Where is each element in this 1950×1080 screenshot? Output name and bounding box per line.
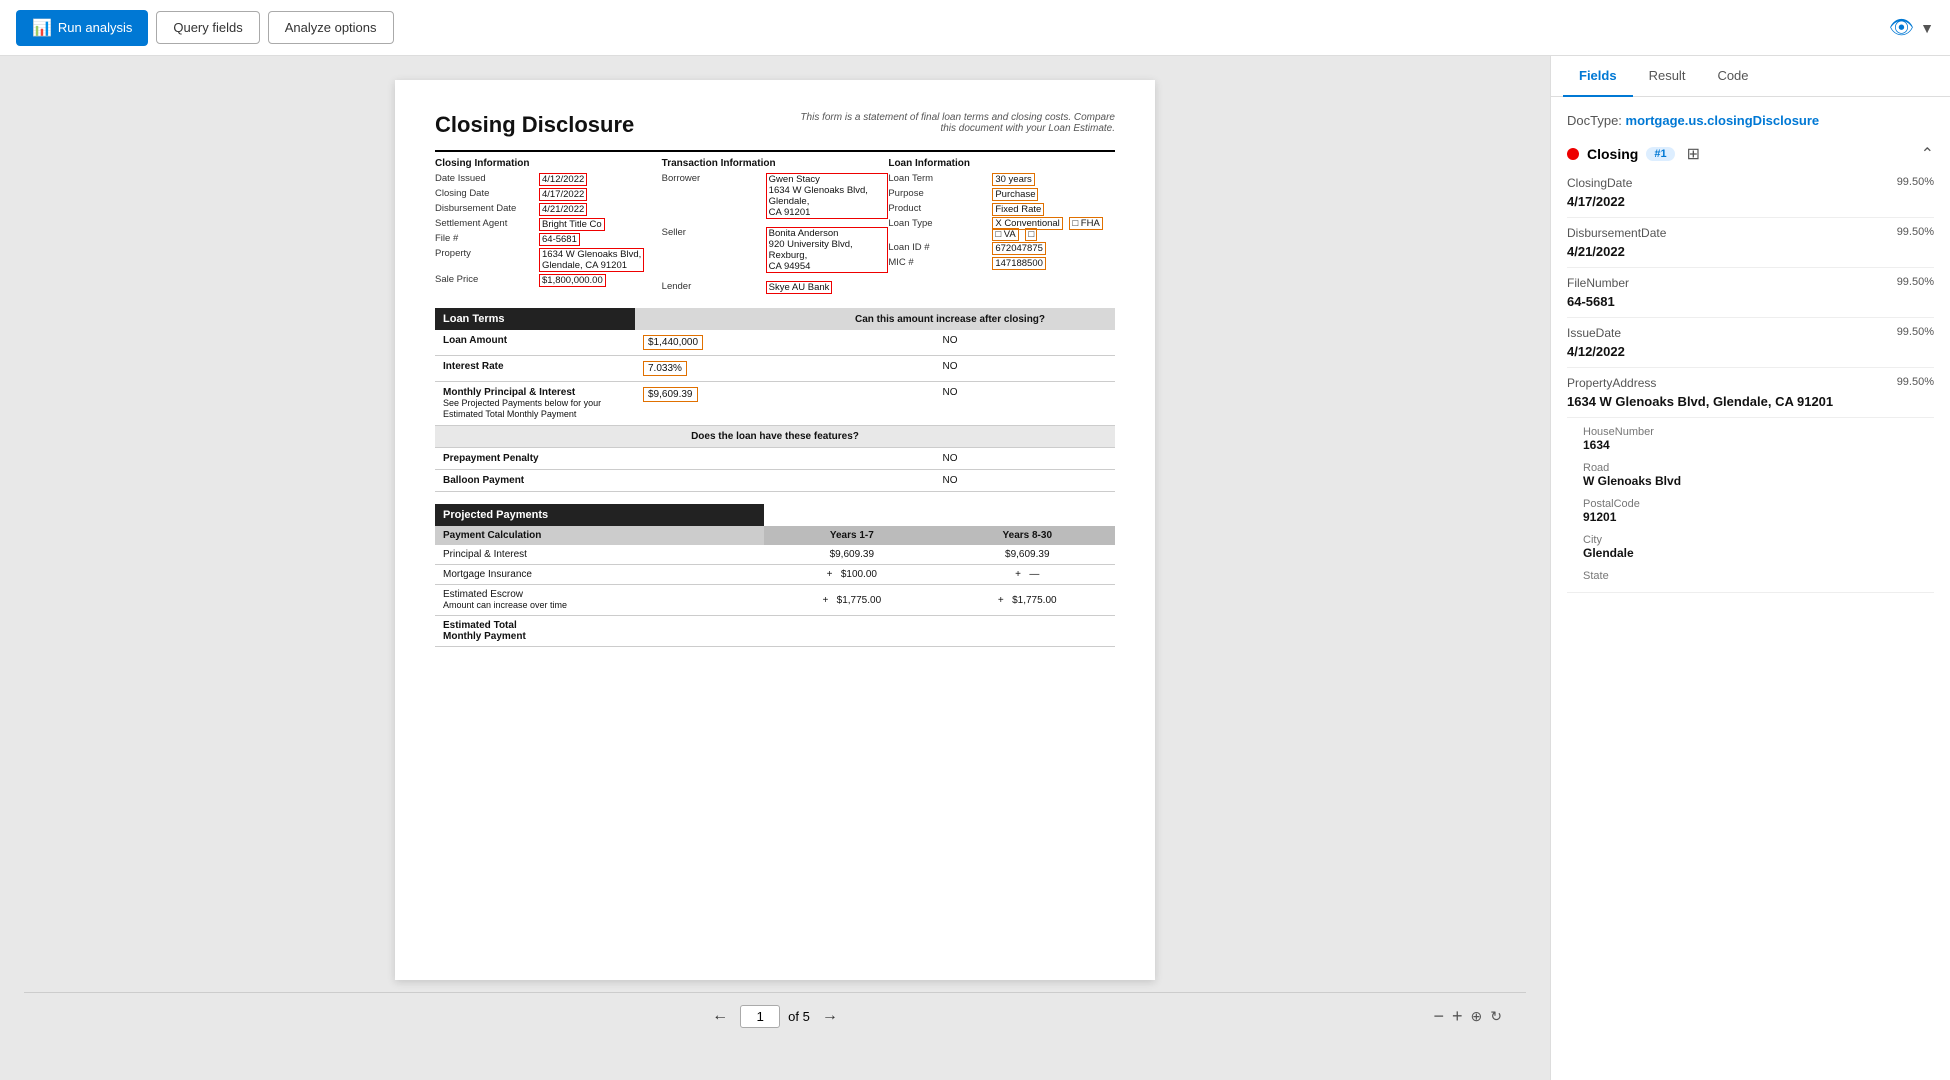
chart-icon: 📊: [32, 18, 52, 38]
closing-section-name: Closing: [1587, 146, 1638, 162]
projected-payments-header: Projected Payments: [435, 504, 764, 526]
transaction-info-label: Transaction Information: [662, 158, 889, 169]
info-row-lender: Lender Skye AU Bank: [662, 281, 889, 294]
info-row-file: File # 64-5681: [435, 233, 662, 246]
run-analysis-button[interactable]: 📊 Run analysis: [16, 10, 148, 46]
table-row: Loan Amount $1,440,000 NO: [435, 330, 1115, 356]
info-grid: Closing Information Date Issued 4/12/202…: [435, 158, 1115, 296]
info-row-borrower: Borrower Gwen Stacy1634 W Glenoaks Blvd,…: [662, 173, 889, 219]
info-row-loan-term: Loan Term 30 years: [888, 173, 1115, 186]
eye-icon[interactable]: 👁: [1889, 15, 1914, 40]
fields-group: ClosingDate 99.50% 4/17/2022 Disbursemen…: [1567, 176, 1934, 593]
zoom-in-button[interactable]: +: [1452, 1006, 1463, 1027]
toolbar: 📊 Run analysis Query fields Analyze opti…: [0, 0, 1950, 56]
doctype-label: DocType:: [1567, 113, 1622, 128]
field-issue-date: IssueDate 99.50% 4/12/2022: [1567, 326, 1934, 368]
query-fields-button[interactable]: Query fields: [156, 11, 259, 44]
loan-terms-header: Loan Terms: [435, 308, 635, 330]
sub-field-house-number: HouseNumber 1634: [1583, 426, 1934, 452]
field-disbursement-date: DisbursementDate 99.50% 4/21/2022: [1567, 226, 1934, 268]
table-row: Mortgage Insurance + $100.00 + —: [435, 565, 1115, 585]
field-property-address: PropertyAddress 99.50% 1634 W Glenoaks B…: [1567, 376, 1934, 593]
info-row-loan-id: Loan ID # 672047875: [888, 242, 1115, 255]
chevron-down-icon[interactable]: ▼: [1920, 20, 1934, 36]
info-row-product: Product Fixed Rate: [888, 203, 1115, 216]
fit-page-button[interactable]: ⊕: [1471, 1008, 1483, 1025]
closing-badge: #1: [1646, 147, 1674, 161]
zoom-out-button[interactable]: −: [1434, 1006, 1445, 1027]
main-layout: Closing Disclosure This form is a statem…: [0, 56, 1950, 1080]
years-8-30-label: Years 8-30: [940, 526, 1115, 545]
prev-page-button[interactable]: ←: [708, 1003, 732, 1029]
rotate-button[interactable]: ↻: [1490, 1008, 1502, 1025]
info-row-purpose: Purpose Purchase: [888, 188, 1115, 201]
info-row-settlement: Settlement Agent Bright Title Co: [435, 218, 662, 231]
tab-fields[interactable]: Fields: [1563, 56, 1633, 97]
sub-field-state: State: [1583, 570, 1934, 582]
document-viewer[interactable]: Closing Disclosure This form is a statem…: [0, 56, 1550, 1080]
page-total: of 5: [788, 1009, 810, 1024]
field-closing-date: ClosingDate 99.50% 4/17/2022: [1567, 176, 1934, 218]
analyze-options-button[interactable]: Analyze options: [268, 11, 394, 44]
doc-header: Closing Disclosure This form is a statem…: [435, 112, 1115, 138]
doc-subtitle: This form is a statement of final loan t…: [795, 112, 1115, 134]
loan-info-label: Loan Information: [888, 158, 1115, 169]
collapse-button[interactable]: ⌃: [1921, 144, 1934, 164]
loan-info-col: Loan Information Loan Term 30 years Purp…: [888, 158, 1115, 296]
closing-info-label: Closing Information: [435, 158, 662, 169]
info-row-date-issued: Date Issued 4/12/2022: [435, 173, 662, 186]
section-icons: ⊞: [1687, 144, 1700, 164]
tab-result[interactable]: Result: [1633, 56, 1702, 97]
panel-tabs: Fields Result Code: [1551, 56, 1950, 97]
table-row: Prepayment Penalty NO: [435, 448, 1115, 470]
info-row-property: Property 1634 W Glenoaks Blvd,Glendale, …: [435, 248, 662, 272]
sub-field-road: Road W Glenoaks Blvd: [1583, 462, 1934, 488]
can-increase-header: Can this amount increase after closing?: [785, 308, 1115, 330]
payment-calc-label: Payment Calculation: [435, 526, 764, 545]
years-1-7-label: Years 1-7: [764, 526, 939, 545]
loan-terms-table: Loan Terms Can this amount increase afte…: [435, 308, 1115, 492]
table-row: Principal & Interest $9,609.39 $9,609.39: [435, 545, 1115, 565]
table-row: Interest Rate 7.033% NO: [435, 356, 1115, 382]
viewer-footer: ← of 5 → − + ⊕ ↻: [24, 992, 1526, 1039]
query-fields-label: Query fields: [173, 20, 242, 35]
tab-code[interactable]: Code: [1701, 56, 1764, 97]
table-row: Estimated TotalMonthly Payment: [435, 616, 1115, 647]
doctype-row: DocType: mortgage.us.closingDisclosure: [1567, 113, 1934, 128]
sub-field-city: City Glendale: [1583, 534, 1934, 560]
sub-field-postal-code: PostalCode 91201: [1583, 498, 1934, 524]
zoom-controls: − + ⊕ ↻: [1434, 1006, 1503, 1027]
analyze-options-label: Analyze options: [285, 20, 377, 35]
info-row-closing-date: Closing Date 4/17/2022: [435, 188, 662, 201]
page-number-input[interactable]: [740, 1005, 780, 1028]
closing-info-col: Closing Information Date Issued 4/12/202…: [435, 158, 662, 296]
transaction-info-col: Transaction Information Borrower Gwen St…: [662, 158, 889, 296]
panel-content: DocType: mortgage.us.closingDisclosure C…: [1551, 97, 1950, 1080]
document-page: Closing Disclosure This form is a statem…: [395, 80, 1155, 980]
grid-icon[interactable]: ⊞: [1687, 144, 1700, 164]
info-row-loan-type: Loan Type X Conventional □ FHA □ VA □: [888, 218, 1115, 240]
projected-payments-table: Projected Payments Payment Calculation Y…: [435, 504, 1115, 647]
info-row-sale-price: Sale Price $1,800,000.00: [435, 274, 662, 287]
table-row: Monthly Principal & Interest See Project…: [435, 382, 1115, 426]
table-row: Estimated EscrowAmount can increase over…: [435, 585, 1115, 616]
right-panel: Fields Result Code DocType: mortgage.us.…: [1550, 56, 1950, 1080]
doctype-value: mortgage.us.closingDisclosure: [1626, 113, 1820, 128]
table-row: Does the loan have these features?: [435, 426, 1115, 448]
doc-title: Closing Disclosure: [435, 112, 634, 138]
closing-section-header: Closing #1 ⊞ ⌃: [1567, 144, 1934, 164]
closing-dot: [1567, 148, 1579, 160]
table-row: Balloon Payment NO: [435, 470, 1115, 492]
info-row-mic: MIC # 147188500: [888, 257, 1115, 270]
next-page-button[interactable]: →: [818, 1003, 842, 1029]
field-file-number: FileNumber 99.50% 64-5681: [1567, 276, 1934, 318]
toolbar-right: 👁 ▼: [1889, 15, 1934, 40]
run-analysis-label: Run analysis: [58, 20, 132, 35]
info-row-seller: Seller Bonita Anderson920 University Blv…: [662, 227, 889, 273]
info-row-disbursement: Disbursement Date 4/21/2022: [435, 203, 662, 216]
